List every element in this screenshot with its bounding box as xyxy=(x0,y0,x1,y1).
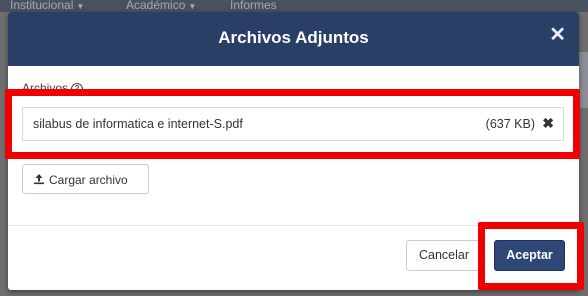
nav-item-informes[interactable]: Informes xyxy=(230,0,277,12)
nav-item-institucional[interactable]: Institucional ▼ xyxy=(10,0,84,12)
background-navbar: Institucional ▼ Académico ▼ Informes xyxy=(0,0,588,12)
upload-file-button[interactable]: Cargar archivo xyxy=(22,164,149,194)
upload-button-label: Cargar archivo xyxy=(49,173,128,187)
nav-item-label: Institucional xyxy=(10,0,74,12)
accept-button[interactable]: Aceptar xyxy=(494,240,565,271)
nav-item-academico[interactable]: Académico ▼ xyxy=(126,0,196,12)
modal-title: Archivos Adjuntos xyxy=(218,28,369,47)
attachment-file-name[interactable]: silabus de informatica e internet-S.pdf xyxy=(33,117,243,131)
modal-header: Archivos Adjuntos ✕ xyxy=(8,12,579,66)
caret-down-icon: ▼ xyxy=(188,2,197,11)
attachments-field-label: Archivos? xyxy=(22,81,84,95)
remove-icon[interactable]: ✖ xyxy=(542,115,554,132)
field-label-text: Archivos xyxy=(22,81,69,95)
nav-item-label: Académico xyxy=(126,0,186,12)
cancel-button[interactable]: Cancelar xyxy=(406,240,482,271)
nav-item-label: Informes xyxy=(230,0,277,12)
caret-down-icon: ▼ xyxy=(76,2,85,11)
upload-icon xyxy=(34,174,44,185)
attachment-item: silabus de informatica e internet-S.pdf … xyxy=(22,107,564,141)
attachment-file-size: (637 KB) xyxy=(485,117,535,131)
help-circle-icon[interactable]: ? xyxy=(71,83,84,95)
attachments-modal: Archivos Adjuntos ✕ Archivos? silabus de… xyxy=(8,12,579,290)
background-page-edge xyxy=(578,52,588,108)
footer-divider xyxy=(8,225,579,226)
close-icon[interactable]: ✕ xyxy=(549,25,566,45)
